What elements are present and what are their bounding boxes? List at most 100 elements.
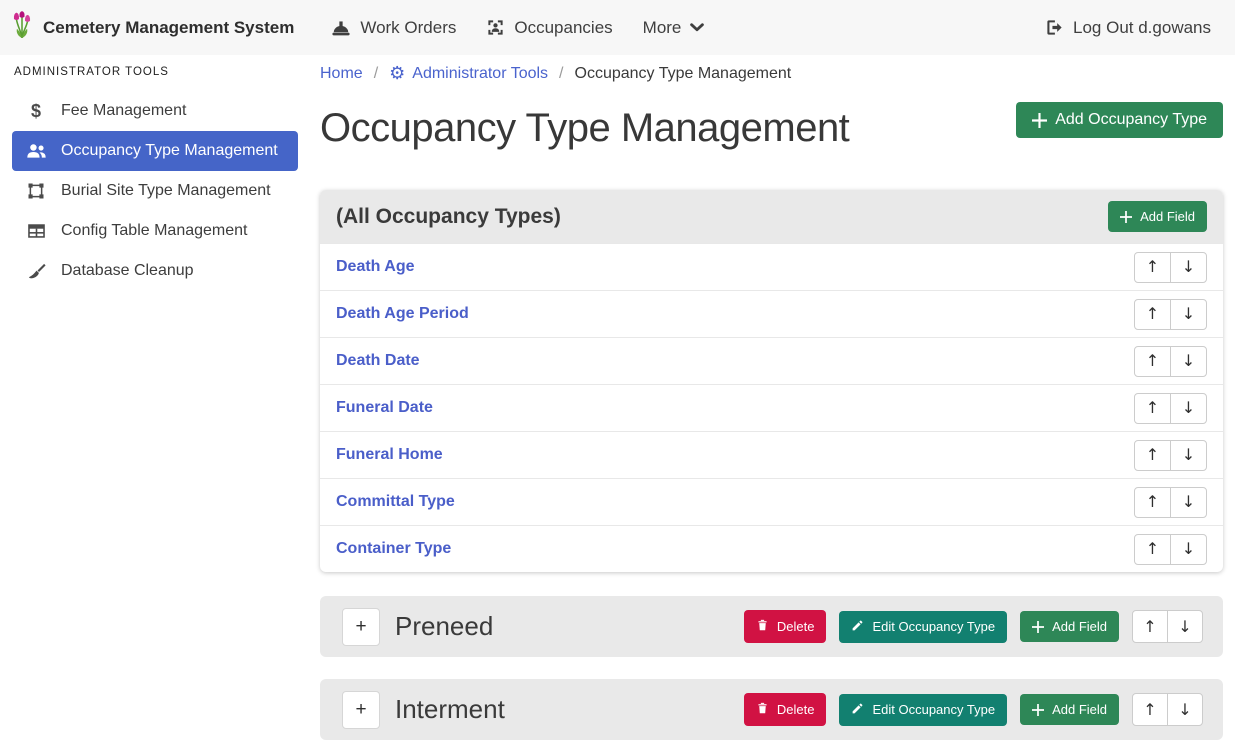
move-up-button[interactable]: ↑ bbox=[1134, 534, 1171, 565]
move-up-button[interactable]: ↑ bbox=[1134, 487, 1171, 518]
move-down-button[interactable]: ↓ bbox=[1170, 440, 1207, 471]
move-down-button[interactable]: ↓ bbox=[1170, 487, 1207, 518]
person-frame-icon bbox=[486, 18, 505, 37]
sidebar-item-label: Database Cleanup bbox=[61, 262, 194, 280]
sidebar-item-database-cleanup[interactable]: Database Cleanup bbox=[12, 251, 298, 291]
plus-icon bbox=[1032, 704, 1044, 716]
add-field-button[interactable]: Add Field bbox=[1020, 694, 1119, 725]
field-link[interactable]: Death Date bbox=[336, 352, 420, 370]
config-table-icon bbox=[24, 223, 48, 239]
nav-occupancies[interactable]: Occupancies bbox=[486, 18, 612, 38]
reorder-controls: ↑ ↓ bbox=[1132, 693, 1203, 726]
move-up-button[interactable]: ↑ bbox=[1134, 252, 1171, 283]
move-down-button[interactable]: ↓ bbox=[1167, 693, 1203, 726]
sidebar-item-burial-site-type-management[interactable]: Burial Site Type Management bbox=[12, 171, 298, 211]
breadcrumb-administrator-tools[interactable]: ⚙ Administrator Tools bbox=[389, 65, 548, 83]
move-up-button[interactable]: ↑ bbox=[1132, 610, 1168, 643]
reorder-controls: ↑ ↓ bbox=[1134, 346, 1207, 377]
app-title: Cemetery Management System bbox=[43, 18, 294, 38]
reorder-controls: ↑ ↓ bbox=[1134, 393, 1207, 424]
add-occupancy-type-button[interactable]: Add Occupancy Type bbox=[1016, 102, 1223, 138]
edit-occupancy-type-button[interactable]: Edit Occupancy Type bbox=[839, 694, 1007, 726]
add-field-label: Add Field bbox=[1140, 209, 1195, 224]
sidebar-item-label: Fee Management bbox=[61, 102, 186, 120]
nav-more[interactable]: More bbox=[643, 18, 705, 38]
occupancy-type-section-interment: + Interment Delete bbox=[320, 679, 1223, 740]
delete-button[interactable]: Delete bbox=[744, 610, 827, 643]
all-occupancy-types-card: (All Occupancy Types) Add Field Death Ag… bbox=[320, 190, 1223, 572]
field-link[interactable]: Funeral Date bbox=[336, 399, 433, 417]
top-navbar: Cemetery Management System Work Orders O… bbox=[0, 0, 1235, 55]
move-down-button[interactable]: ↓ bbox=[1170, 534, 1207, 565]
move-down-button[interactable]: ↓ bbox=[1170, 346, 1207, 377]
gear-icon: ⚙ bbox=[389, 65, 405, 83]
field-link[interactable]: Death Age Period bbox=[336, 305, 469, 323]
nav-work-orders[interactable]: Work Orders bbox=[331, 18, 456, 38]
page-title: Occupancy Type Management bbox=[320, 100, 849, 156]
field-row: Committal Type ↑ ↓ bbox=[320, 478, 1223, 525]
breadcrumb: Home / ⚙ Administrator Tools / Occupancy… bbox=[320, 62, 1223, 86]
delete-button[interactable]: Delete bbox=[744, 693, 827, 726]
sign-out-icon bbox=[1045, 18, 1064, 37]
logout-link[interactable]: Log Out d.gowans bbox=[1045, 18, 1211, 38]
add-field-label: Add Field bbox=[1052, 619, 1107, 634]
users-icon bbox=[24, 143, 48, 159]
reorder-controls: ↑ ↓ bbox=[1132, 610, 1203, 643]
section-actions: Delete Edit Occupancy Type Add bbox=[744, 610, 1203, 643]
breadcrumb-home[interactable]: Home bbox=[320, 65, 363, 83]
sidebar-item-occupancy-type-management[interactable]: Occupancy Type Management bbox=[12, 131, 298, 171]
edit-occupancy-type-button[interactable]: Edit Occupancy Type bbox=[839, 611, 1007, 643]
reorder-controls: ↑ ↓ bbox=[1134, 252, 1207, 283]
breadcrumb-current: Occupancy Type Management bbox=[575, 65, 792, 83]
hard-hat-icon bbox=[331, 19, 351, 37]
delete-label: Delete bbox=[777, 619, 815, 634]
add-field-button[interactable]: Add Field bbox=[1108, 201, 1207, 232]
field-link[interactable]: Funeral Home bbox=[336, 446, 443, 464]
nav-more-label: More bbox=[643, 18, 682, 38]
field-link[interactable]: Container Type bbox=[336, 540, 451, 558]
reorder-controls: ↑ ↓ bbox=[1134, 299, 1207, 330]
field-link[interactable]: Death Age bbox=[336, 258, 415, 276]
page-header: Occupancy Type Management Add Occupancy … bbox=[320, 86, 1223, 190]
brand[interactable]: Cemetery Management System bbox=[10, 10, 294, 45]
sidebar-item-label: Config Table Management bbox=[61, 222, 248, 240]
field-row: Death Age Period ↑ ↓ bbox=[320, 290, 1223, 337]
add-field-label: Add Field bbox=[1052, 702, 1107, 717]
reorder-controls: ↑ ↓ bbox=[1134, 534, 1207, 565]
move-up-button[interactable]: ↑ bbox=[1134, 440, 1171, 471]
sidebar-item-config-table-management[interactable]: Config Table Management bbox=[12, 211, 298, 251]
field-row: Death Date ↑ ↓ bbox=[320, 337, 1223, 384]
add-occupancy-type-label: Add Occupancy Type bbox=[1055, 111, 1207, 129]
move-up-button[interactable]: ↑ bbox=[1134, 299, 1171, 330]
all-occupancy-types-header: (All Occupancy Types) Add Field bbox=[320, 190, 1223, 243]
logout-label: Log Out d.gowans bbox=[1073, 18, 1211, 38]
field-link[interactable]: Committal Type bbox=[336, 493, 455, 511]
move-down-button[interactable]: ↓ bbox=[1170, 252, 1207, 283]
expand-button[interactable]: + bbox=[342, 691, 380, 729]
section-title: Interment bbox=[395, 694, 505, 725]
move-up-button[interactable]: ↑ bbox=[1132, 693, 1168, 726]
occupancy-type-section-preneed: + Preneed Delete bbox=[320, 596, 1223, 657]
reorder-controls: ↑ ↓ bbox=[1134, 487, 1207, 518]
sidebar-item-label: Burial Site Type Management bbox=[61, 182, 271, 200]
move-down-button[interactable]: ↓ bbox=[1170, 299, 1207, 330]
reorder-controls: ↑ ↓ bbox=[1134, 440, 1207, 471]
section-actions: Delete Edit Occupancy Type Add bbox=[744, 693, 1203, 726]
move-up-button[interactable]: ↑ bbox=[1134, 346, 1171, 377]
add-field-button[interactable]: Add Field bbox=[1020, 611, 1119, 642]
trash-icon bbox=[756, 618, 769, 635]
sidebar-item-fee-management[interactable]: $ Fee Management bbox=[12, 91, 298, 131]
move-down-button[interactable]: ↓ bbox=[1170, 393, 1207, 424]
sidebar-heading: ADMINISTRATOR TOOLS bbox=[14, 66, 298, 78]
move-up-button[interactable]: ↑ bbox=[1134, 393, 1171, 424]
tulip-logo-icon bbox=[10, 10, 34, 45]
burial-site-icon bbox=[24, 182, 48, 200]
move-down-button[interactable]: ↓ bbox=[1167, 610, 1203, 643]
main-content: Home / ⚙ Administrator Tools / Occupancy… bbox=[310, 55, 1235, 738]
sidebar: ADMINISTRATOR TOOLS $ Fee Management Occ… bbox=[0, 55, 310, 738]
nav-work-orders-label: Work Orders bbox=[360, 18, 456, 38]
breadcrumb-separator: / bbox=[374, 65, 378, 83]
edit-occupancy-type-label: Edit Occupancy Type bbox=[872, 702, 995, 717]
edit-occupancy-type-label: Edit Occupancy Type bbox=[872, 619, 995, 634]
expand-button[interactable]: + bbox=[342, 608, 380, 646]
